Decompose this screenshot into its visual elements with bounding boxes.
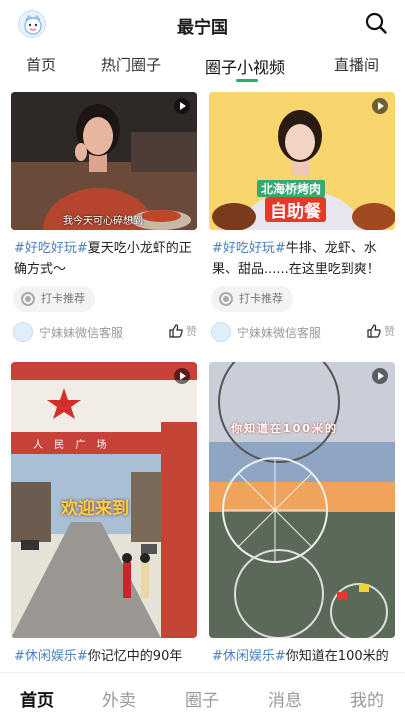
post-author: 宁妹妹微信客服 赞 [13, 321, 197, 343]
video-card[interactable]: 你知道在100米的 #休闲娱乐#你知道在100米的 [209, 362, 395, 672]
checkin-label: 打卡推荐 [41, 292, 85, 305]
tab-bar: 首页 热门圈子 圈子小视频 直播间 [0, 48, 405, 84]
checkin-label: 打卡推荐 [239, 292, 283, 305]
play-icon [372, 368, 388, 384]
nav-takeout[interactable]: 外卖 [102, 686, 136, 711]
post-text: 你知道在100米的 [285, 649, 389, 664]
active-tab-indicator [236, 79, 258, 82]
topic-tag[interactable]: #休闲娱乐# [212, 649, 286, 664]
topic-tag[interactable]: #好吃好玩# [212, 241, 286, 256]
thumbnail-title: 你知道在100米的 [231, 422, 338, 435]
post-caption: #休闲娱乐#你记忆中的90年 [14, 646, 198, 667]
like-button[interactable]: 赞 [169, 323, 197, 339]
tab-hot-circles[interactable]: 热门圈子 [101, 54, 161, 75]
post-author: 宁妹妹微信客服 赞 [211, 321, 395, 343]
nav-circles[interactable]: 圈子 [185, 686, 219, 711]
search-icon[interactable] [365, 12, 387, 34]
thumbs-up-icon [367, 324, 381, 338]
thumbnail-title: 欢迎来到 [61, 499, 129, 519]
play-icon [372, 98, 388, 114]
author-name[interactable]: 宁妹妹微信客服 [237, 324, 321, 341]
bottom-nav: 首页 外卖 圈子 消息 我的 [0, 672, 405, 720]
video-subtitle: 我今天可心碎想到 [63, 216, 143, 227]
location-icon [21, 292, 35, 306]
post-caption: #休闲娱乐#你知道在100米的 [212, 646, 396, 667]
play-icon [174, 98, 190, 114]
sign-text: 人 民 广 场 [33, 440, 111, 451]
thumbnail-subtitle: 自助餐 [265, 197, 326, 222]
video-card[interactable]: 人 民 广 场 欢迎来到 #休闲娱乐#你记忆中的90年 [11, 362, 197, 672]
tab-home[interactable]: 首页 [26, 54, 56, 75]
nav-home[interactable]: 首页 [20, 686, 54, 711]
tab-live[interactable]: 直播间 [334, 54, 379, 75]
like-button[interactable]: 赞 [367, 323, 395, 339]
topic-tag[interactable]: #好吃好玩# [14, 241, 88, 256]
post-text: 你记忆中的90年 [87, 649, 183, 664]
video-thumbnail[interactable]: 北海桥烤肉 自助餐 [209, 92, 395, 230]
video-thumbnail[interactable]: 你知道在100米的 [209, 362, 395, 638]
checkin-badge[interactable]: 打卡推荐 [13, 286, 95, 312]
video-thumbnail[interactable]: 人 民 广 场 欢迎来到 [11, 362, 197, 638]
like-label: 赞 [384, 325, 395, 338]
top-bar: 最宁国 [0, 0, 405, 48]
video-card[interactable]: 我今天可心碎想到 #好吃好玩#夏天吃小龙虾的正确方式～ 打卡推荐 宁妹妹微信客服… [11, 92, 197, 344]
location-icon [219, 292, 233, 306]
thumbs-up-icon [169, 324, 183, 338]
thumbnail-title: 北海桥烤肉 [257, 180, 326, 197]
checkin-badge[interactable]: 打卡推荐 [211, 286, 293, 312]
nav-messages[interactable]: 消息 [268, 686, 302, 711]
post-caption: #好吃好玩#牛排、龙虾、水果、甜品......在这里吃到爽！ [212, 238, 396, 280]
page-title: 最宁国 [177, 18, 228, 38]
tab-circle-videos[interactable]: 圈子小视频 [205, 54, 285, 78]
topic-tag[interactable]: #休闲娱乐# [14, 649, 88, 664]
nav-profile[interactable]: 我的 [350, 686, 384, 711]
video-thumbnail[interactable]: 我今天可心碎想到 [11, 92, 197, 230]
play-icon [174, 368, 190, 384]
author-avatar[interactable] [13, 322, 33, 342]
post-caption: #好吃好玩#夏天吃小龙虾的正确方式～ [14, 238, 198, 280]
video-card[interactable]: 北海桥烤肉 自助餐 #好吃好玩#牛排、龙虾、水果、甜品......在这里吃到爽！… [209, 92, 395, 344]
like-label: 赞 [186, 325, 197, 338]
author-avatar[interactable] [211, 322, 231, 342]
author-name[interactable]: 宁妹妹微信客服 [39, 324, 123, 341]
